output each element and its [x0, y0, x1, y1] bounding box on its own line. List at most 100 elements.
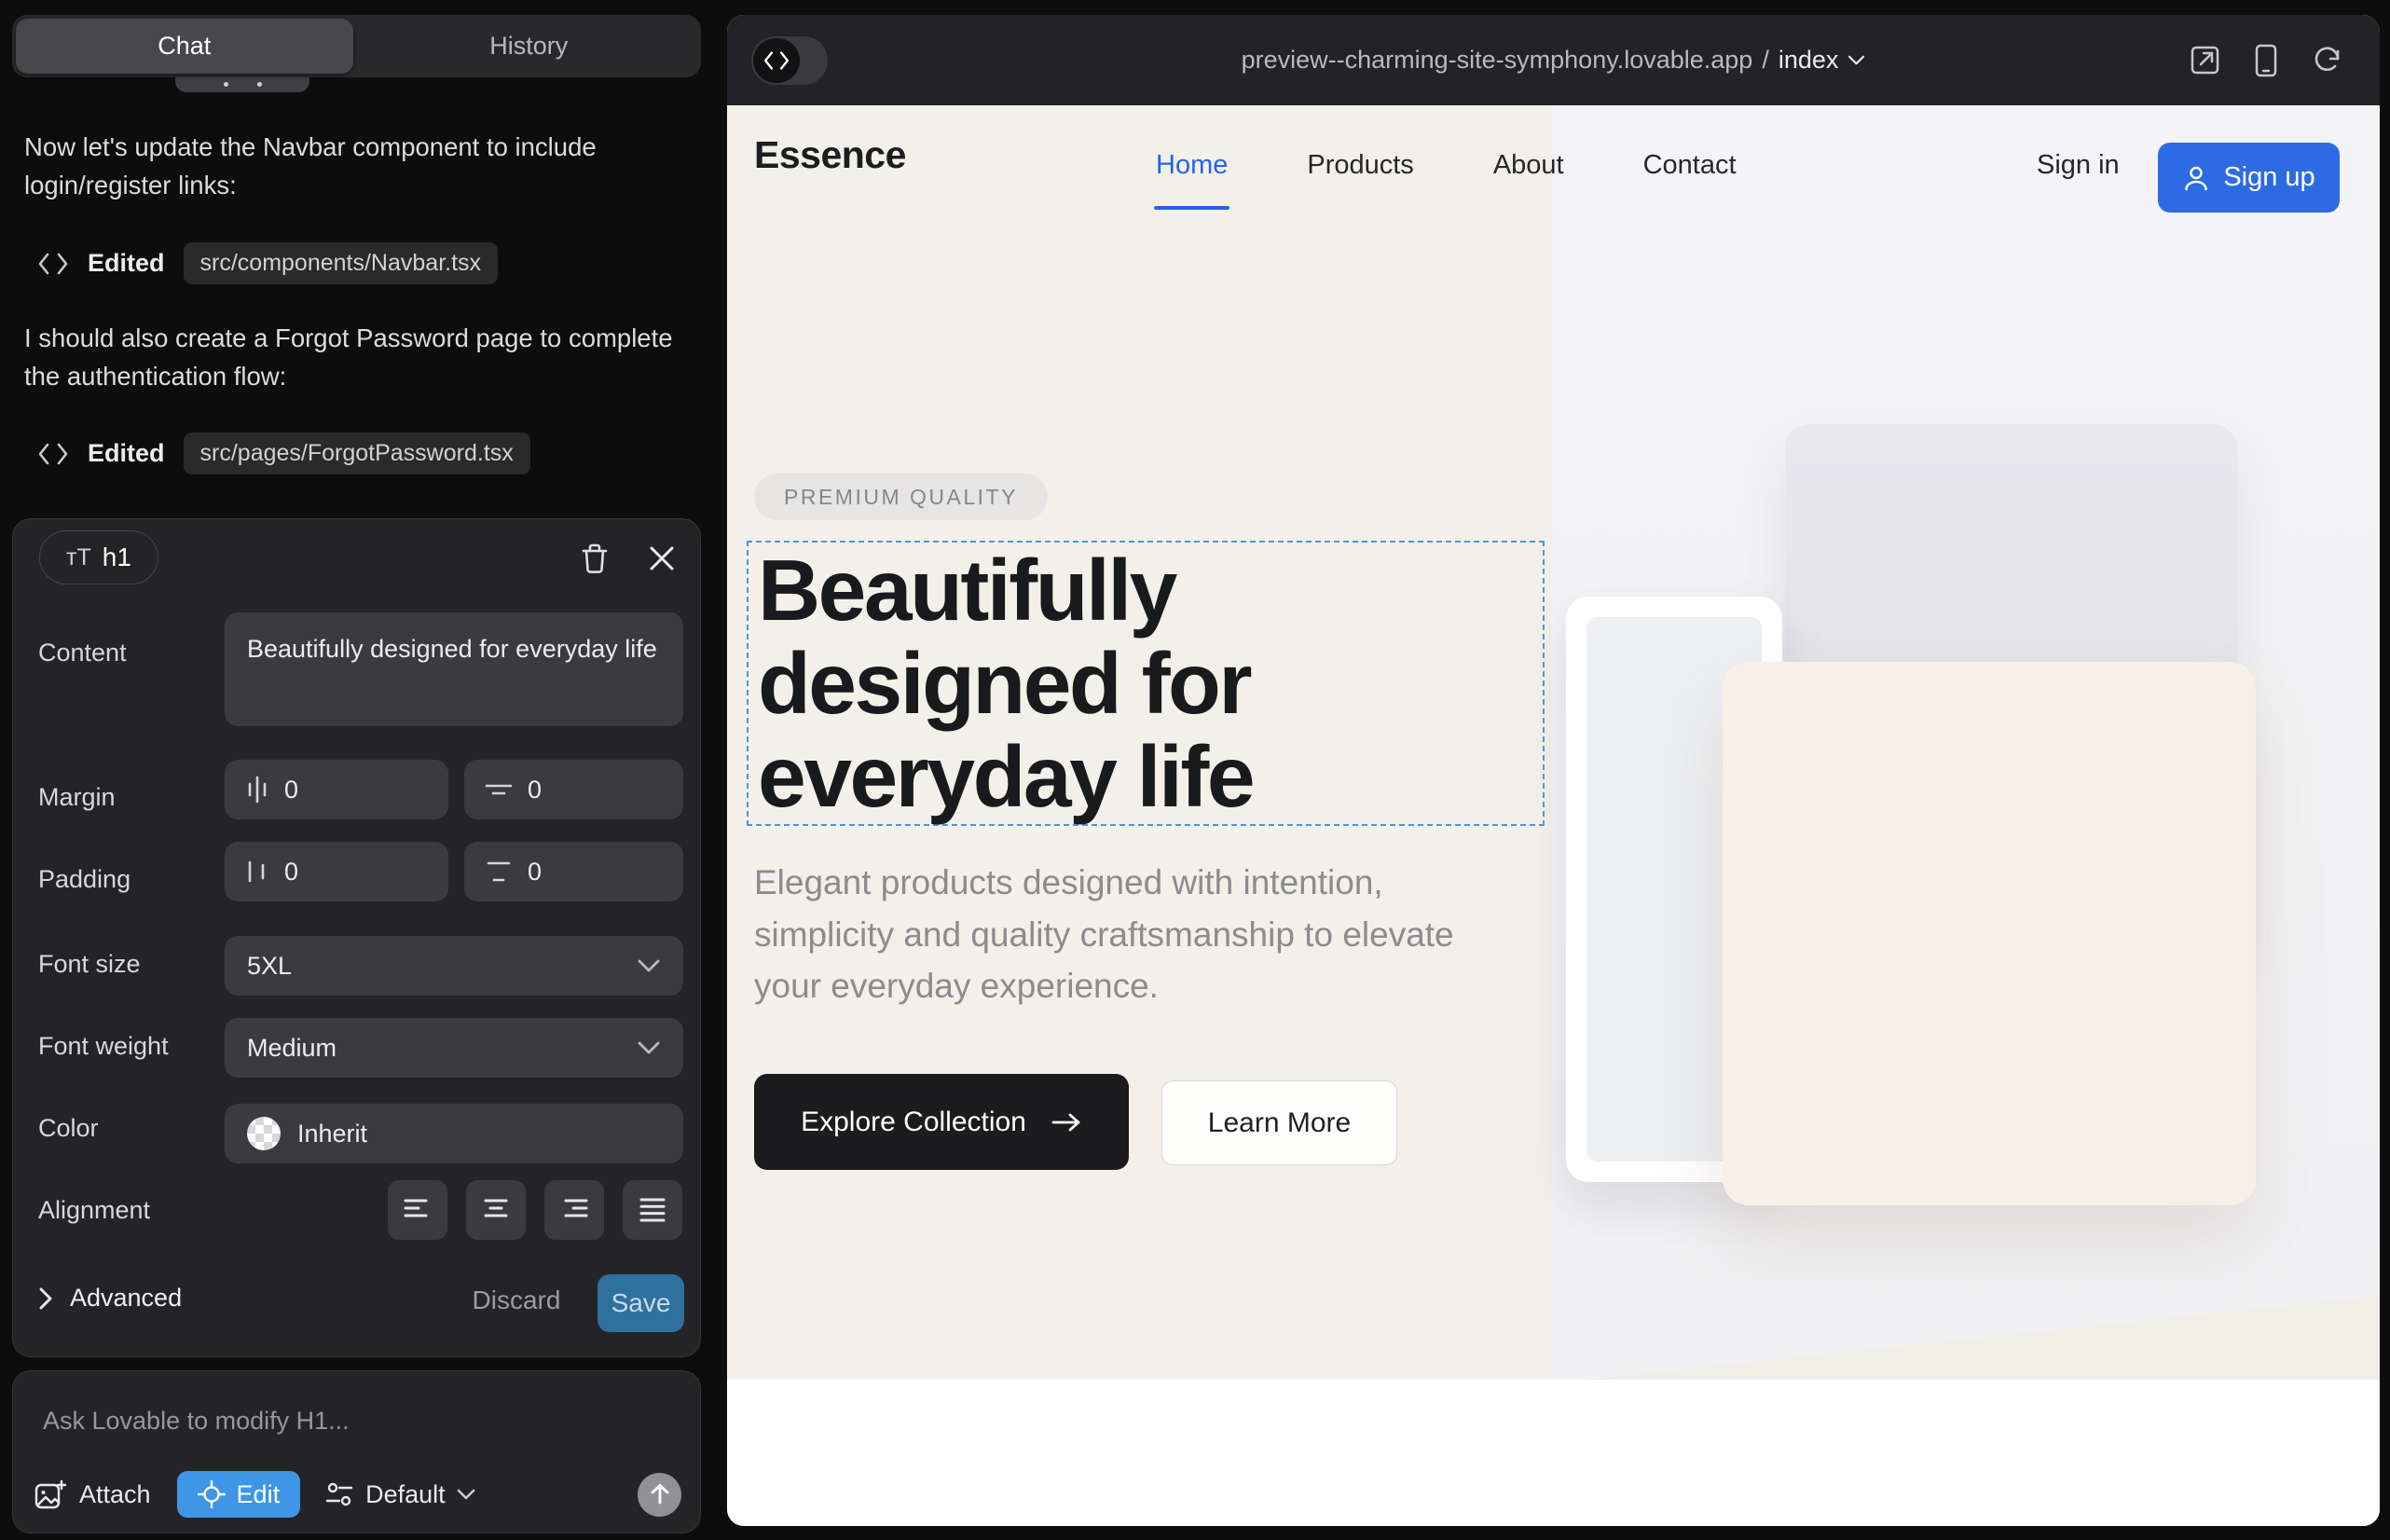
- code-view-toggle[interactable]: [751, 36, 828, 85]
- chat-message: I should also create a Forgot Password p…: [24, 320, 691, 395]
- alignment-label: Alignment: [38, 1196, 150, 1225]
- hero-subtext: Elegant products designed with intention…: [754, 857, 1509, 1012]
- color-picker[interactable]: Inherit: [225, 1104, 683, 1163]
- code-icon: [37, 442, 69, 466]
- nav-link-contact[interactable]: Contact: [1643, 150, 1737, 181]
- attach-image-icon: [34, 1479, 66, 1509]
- advanced-toggle[interactable]: Advanced: [38, 1284, 182, 1313]
- user-icon: [2182, 164, 2210, 192]
- url-separator: /: [1762, 46, 1769, 75]
- content-label: Content: [38, 639, 127, 667]
- font-size-select[interactable]: 5XL: [225, 936, 683, 996]
- hero-image-card-front: [1723, 662, 2256, 1205]
- code-icon: [37, 252, 69, 276]
- learn-more-button[interactable]: Learn More: [1161, 1080, 1397, 1165]
- chat-history-tabs: Chat History: [12, 15, 701, 77]
- arrow-up-icon: [650, 1483, 670, 1506]
- edited-file-chip[interactable]: src/components/Navbar.tsx: [184, 242, 499, 284]
- preview-browser-panel: preview--charming-site-symphony.lovable.…: [727, 15, 2380, 1526]
- preview-toolbar: preview--charming-site-symphony.lovable.…: [727, 15, 2380, 105]
- explore-collection-button[interactable]: Explore Collection: [754, 1074, 1129, 1170]
- save-button[interactable]: Save: [598, 1274, 684, 1332]
- url-page: index: [1779, 46, 1839, 75]
- target-icon: [198, 1480, 226, 1508]
- font-weight-label: Font weight: [38, 1032, 169, 1061]
- code-toggle-active-segment: [753, 38, 800, 83]
- file-edit-row[interactable]: Edited src/pages/ForgotPassword.tsx: [37, 433, 530, 474]
- code-icon: [762, 50, 790, 71]
- chevron-right-icon: [38, 1286, 53, 1311]
- margin-horizontal-icon: [245, 776, 269, 804]
- margin-label: Margin: [38, 783, 116, 812]
- settings-sliders-icon: [324, 1480, 354, 1508]
- edited-label: Edited: [88, 439, 165, 468]
- site-viewport: Essence Home Products About Contact Sign…: [727, 105, 2380, 1526]
- sign-in-link[interactable]: Sign in: [2037, 150, 2120, 181]
- h1-selection-outline[interactable]: Beautifully designed for everyday life: [747, 541, 1545, 826]
- nav-link-products[interactable]: Products: [1307, 150, 1413, 181]
- align-justify-button[interactable]: [623, 1180, 682, 1240]
- smartphone-icon: [2255, 44, 2277, 77]
- sign-up-button[interactable]: Sign up: [2158, 143, 2340, 213]
- selected-element-tag: тT h1: [39, 530, 158, 584]
- external-link-icon: [2190, 45, 2220, 76]
- padding-vertical-icon: [485, 859, 513, 885]
- padding-vertical-input[interactable]: 0: [464, 842, 683, 901]
- tab-history[interactable]: History: [361, 19, 698, 74]
- delete-element-button[interactable]: [576, 540, 613, 577]
- margin-horizontal-input[interactable]: 0: [225, 760, 448, 819]
- close-icon: [648, 544, 676, 572]
- color-swatch-transparent: [247, 1117, 281, 1150]
- element-tag-label: h1: [103, 543, 131, 572]
- align-left-button[interactable]: [388, 1180, 447, 1240]
- element-editor-panel: тT h1 Content Beautifully designed for e…: [12, 518, 701, 1357]
- attach-button[interactable]: Attach: [34, 1479, 151, 1509]
- align-justify-icon: [639, 1197, 666, 1223]
- nav-link-home[interactable]: Home: [1156, 150, 1228, 181]
- margin-vertical-icon: [485, 777, 513, 802]
- arrow-right-icon: [1051, 1111, 1082, 1134]
- edited-file-chip[interactable]: src/pages/ForgotPassword.tsx: [184, 433, 530, 474]
- font-weight-select[interactable]: Medium: [225, 1018, 683, 1078]
- padding-horizontal-input[interactable]: 0: [225, 842, 448, 901]
- hero-heading[interactable]: Beautifully designed for everyday life: [758, 544, 1532, 824]
- url-domain: preview--charming-site-symphony.lovable.…: [1242, 46, 1753, 75]
- chevron-down-icon: [637, 1040, 661, 1055]
- close-editor-button[interactable]: [643, 540, 680, 577]
- margin-vertical-input[interactable]: 0: [464, 760, 683, 819]
- site-navbar: Essence Home Products About Contact Sign…: [727, 105, 2380, 227]
- tab-chat[interactable]: Chat: [16, 19, 353, 74]
- site-logo[interactable]: Essence: [754, 133, 906, 177]
- nav-link-about[interactable]: About: [1493, 150, 1564, 181]
- align-right-icon: [560, 1198, 588, 1222]
- default-mode-select[interactable]: Default: [324, 1480, 475, 1509]
- discard-button[interactable]: Discard: [460, 1286, 572, 1315]
- align-center-icon: [482, 1198, 510, 1222]
- edit-mode-button[interactable]: Edit: [177, 1471, 301, 1518]
- scrolled-chat-pill: [175, 77, 309, 92]
- file-edit-row[interactable]: Edited src/components/Navbar.tsx: [37, 242, 498, 284]
- refresh-icon: [2313, 46, 2342, 76]
- preview-url-bar[interactable]: preview--charming-site-symphony.lovable.…: [1242, 46, 1866, 75]
- mobile-view-button[interactable]: [2247, 42, 2285, 79]
- open-in-new-tab-button[interactable]: [2186, 42, 2223, 79]
- align-right-button[interactable]: [544, 1180, 604, 1240]
- align-center-button[interactable]: [466, 1180, 526, 1240]
- padding-label: Padding: [38, 865, 130, 894]
- composer-input[interactable]: Ask Lovable to modify H1...: [43, 1407, 350, 1436]
- app-window: Chat History Now let's update the Navbar…: [0, 0, 2390, 1540]
- chevron-down-icon: [1847, 55, 1865, 66]
- color-label: Color: [38, 1114, 99, 1143]
- send-button[interactable]: [638, 1473, 681, 1517]
- font-size-label: Font size: [38, 950, 141, 979]
- premium-quality-badge: PREMIUM QUALITY: [754, 474, 1048, 520]
- edited-label: Edited: [88, 249, 165, 278]
- chat-composer: Ask Lovable to modify H1... Attach Edit …: [12, 1370, 701, 1533]
- refresh-button[interactable]: [2309, 42, 2346, 79]
- padding-horizontal-icon: [245, 858, 269, 886]
- chevron-down-icon: [637, 958, 661, 973]
- text-type-icon: тT: [66, 544, 91, 571]
- chat-message: Now let's update the Navbar component to…: [24, 129, 691, 204]
- align-left-icon: [404, 1198, 432, 1222]
- content-input[interactable]: Beautifully designed for everyday life: [225, 612, 683, 726]
